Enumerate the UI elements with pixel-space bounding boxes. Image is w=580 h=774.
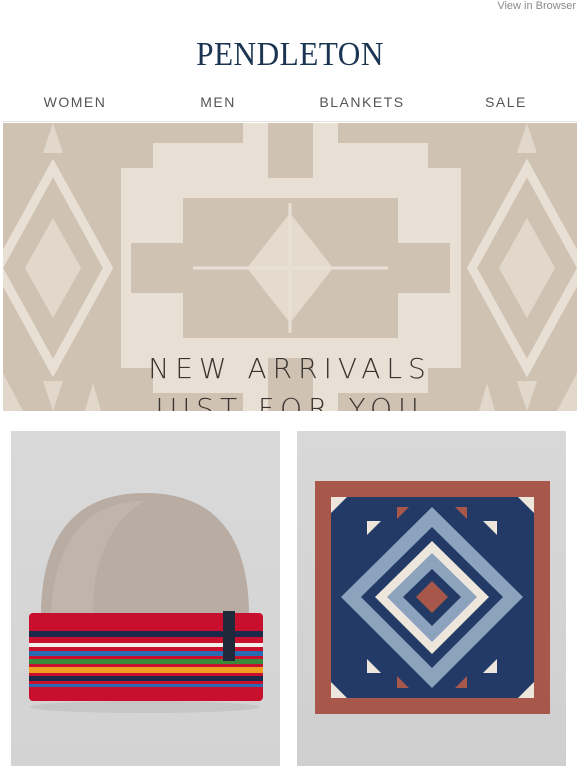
main-nav: WOMEN MEN BLANKETS SALE <box>0 94 580 112</box>
hero-headline-line1: NEW ARRIVALS <box>148 352 432 385</box>
nav-divider <box>3 121 577 122</box>
pendleton-logo[interactable]: PENDLETON <box>23 36 557 74</box>
hero-banner[interactable]: NEW ARRIVALS JUST FOR YOU <box>3 123 577 411</box>
bandana-image <box>315 481 550 714</box>
product-card-bandana[interactable] <box>297 431 566 766</box>
view-in-browser-link[interactable]: View in Browser <box>497 0 576 12</box>
nav-men[interactable]: MEN <box>200 94 236 110</box>
nav-women[interactable]: WOMEN <box>44 94 107 110</box>
hero-headline-line2: JUST FOR YOU <box>155 392 425 411</box>
nav-sale[interactable]: SALE <box>485 94 527 110</box>
nav-blankets[interactable]: BLANKETS <box>319 94 404 110</box>
beanie-image <box>29 493 263 713</box>
product-card-beanie[interactable] <box>11 431 280 766</box>
